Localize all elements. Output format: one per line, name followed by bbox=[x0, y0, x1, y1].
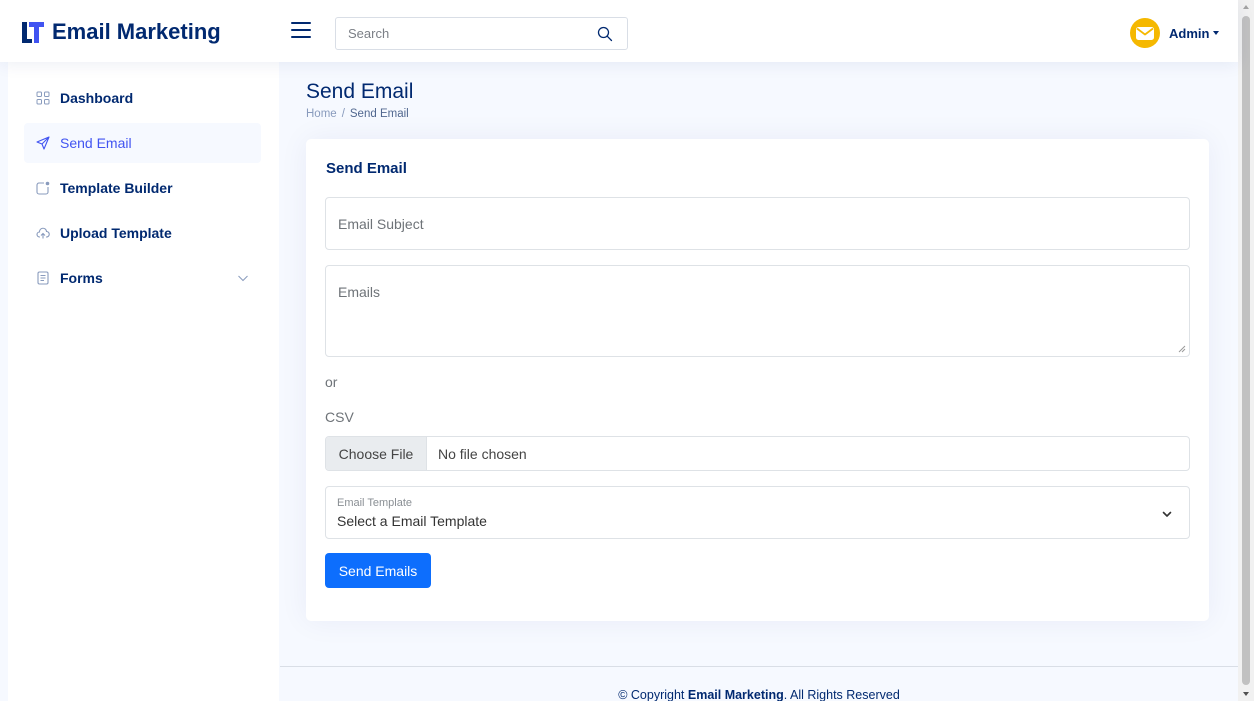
caret-down-icon bbox=[1213, 31, 1220, 35]
sidebar-item-label: Upload Template bbox=[60, 225, 172, 241]
send-email-card: Send Email or CSV Choose File No file ch… bbox=[306, 139, 1209, 621]
sidebar: Dashboard Send Email Template Builder Up… bbox=[8, 62, 279, 701]
chevron-down-icon bbox=[238, 275, 248, 282]
sidebar-item-label: Forms bbox=[60, 270, 103, 286]
logo-mark-icon bbox=[22, 22, 44, 43]
search-icon[interactable] bbox=[597, 26, 613, 42]
footer-suffix: . All Rights Reserved bbox=[783, 688, 900, 701]
footer-brand: Email Marketing bbox=[687, 688, 784, 701]
card-title: Send Email bbox=[326, 160, 407, 177]
page-scrollbar[interactable] bbox=[1238, 0, 1254, 701]
sidebar-item-label: Send Email bbox=[60, 135, 132, 151]
hamburger-icon bbox=[291, 22, 311, 24]
email-template-select[interactable]: Email Template Select a Email Template bbox=[325, 486, 1190, 539]
app-title: Email Marketing bbox=[52, 19, 221, 44]
grid-icon bbox=[36, 91, 50, 105]
sidebar-item-template-builder[interactable]: Template Builder bbox=[24, 168, 261, 208]
choose-file-button[interactable]: Choose File bbox=[326, 437, 427, 470]
csv-file-input[interactable]: Choose File No file chosen bbox=[325, 436, 1190, 471]
logo[interactable]: Email Marketing bbox=[20, 19, 221, 45]
form-icon bbox=[36, 271, 50, 285]
breadcrumb: Home / Send Email bbox=[306, 108, 409, 120]
sidebar-item-send-email[interactable]: Send Email bbox=[24, 123, 261, 163]
sidebar-item-forms[interactable]: Forms bbox=[24, 258, 261, 298]
csv-label: CSV bbox=[325, 409, 354, 425]
breadcrumb-current: Send Email bbox=[349, 108, 409, 120]
emails-textarea[interactable] bbox=[326, 266, 1189, 356]
breadcrumb-home-link[interactable]: Home bbox=[306, 108, 337, 120]
email-subject-input[interactable] bbox=[326, 198, 1189, 249]
sidebar-item-dashboard[interactable]: Dashboard bbox=[24, 78, 261, 118]
sidebar-item-label: Template Builder bbox=[60, 180, 173, 196]
sidebar-toggle-button[interactable] bbox=[291, 22, 311, 38]
file-status: No file chosen bbox=[438, 445, 527, 462]
top-header: Email Marketing Admin bbox=[0, 0, 1238, 62]
resize-grip-icon[interactable] bbox=[1178, 345, 1186, 353]
email-template-label: Email Template bbox=[337, 497, 412, 509]
search-input[interactable] bbox=[348, 18, 588, 49]
sidebar-item-label: Dashboard bbox=[60, 90, 134, 106]
emails-field bbox=[325, 265, 1190, 357]
template-icon bbox=[36, 181, 50, 195]
search-bar bbox=[335, 17, 628, 50]
email-subject-field bbox=[325, 197, 1190, 250]
email-template-value: Select a Email Template bbox=[337, 513, 487, 529]
profile-name: Admin bbox=[1169, 25, 1210, 41]
footer: © Copyright Email Marketing. All Rights … bbox=[280, 688, 1238, 701]
send-icon bbox=[36, 136, 50, 150]
page-title: Send Email bbox=[306, 80, 414, 103]
footer-divider bbox=[280, 666, 1238, 667]
send-emails-button[interactable]: Send Emails bbox=[325, 553, 431, 588]
profile-menu[interactable]: Admin bbox=[1130, 18, 1220, 48]
envelope-icon bbox=[1136, 26, 1154, 40]
scrollbar-thumb[interactable] bbox=[1242, 16, 1250, 685]
sidebar-item-upload-template[interactable]: Upload Template bbox=[24, 213, 261, 253]
footer-prefix: © Copyright bbox=[618, 688, 688, 701]
chevron-down-icon bbox=[1162, 511, 1172, 517]
or-text: or bbox=[325, 374, 338, 390]
cloud-upload-icon bbox=[36, 226, 50, 240]
scroll-down-icon[interactable] bbox=[1243, 692, 1249, 696]
scroll-up-icon[interactable] bbox=[1243, 5, 1249, 9]
avatar bbox=[1130, 18, 1160, 48]
